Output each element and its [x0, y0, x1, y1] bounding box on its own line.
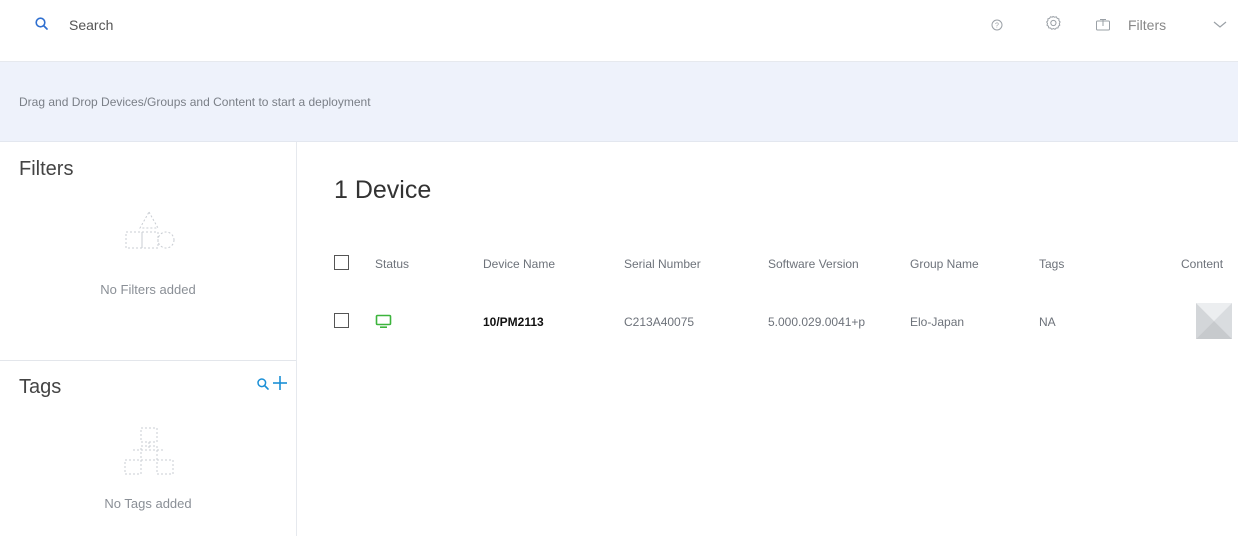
row-checkbox[interactable] [334, 313, 349, 328]
column-header-serial-number[interactable]: Serial Number [624, 257, 701, 271]
svg-text:?: ? [995, 23, 999, 30]
tags-add-icon[interactable] [272, 374, 288, 392]
filter-toggle-icon[interactable] [1094, 16, 1112, 34]
device-count-heading: 1 Device [334, 176, 432, 204]
chevron-down-icon[interactable] [1212, 18, 1228, 32]
filters-heading: Filters [19, 158, 74, 180]
hierarchy-placeholder-icon [124, 427, 174, 475]
group-name-cell: Elo-Japan [910, 315, 965, 329]
column-header-software-version[interactable]: Software Version [768, 257, 859, 271]
search-icon[interactable] [34, 16, 50, 32]
column-header-status[interactable]: Status [375, 257, 409, 271]
column-header-device-name[interactable]: Device Name [483, 257, 555, 271]
search-input[interactable]: Search [69, 17, 113, 33]
help-icon[interactable]: ? [988, 16, 1006, 34]
column-header-content[interactable]: Content [1181, 257, 1223, 271]
serial-number-cell: C213A40075 [624, 315, 695, 329]
filters-toggle-label[interactable]: Filters [1128, 17, 1166, 33]
gear-icon[interactable] [1043, 14, 1063, 34]
drop-zone-message: Drag and Drop Devices/Groups and Content… [19, 95, 371, 109]
sidebar-divider [0, 360, 296, 361]
column-header-tags[interactable]: Tags [1039, 257, 1064, 271]
tags-cell: NA [1039, 315, 1056, 329]
device-name-link[interactable]: 10/PM2113 [483, 315, 544, 329]
tags-heading: Tags [19, 376, 62, 398]
filters-empty-state: No Filters added [100, 282, 196, 297]
software-version-cell: 5.000.029.0041+p [768, 315, 866, 329]
column-header-group-name[interactable]: Group Name [910, 257, 979, 271]
tags-empty-state: No Tags added [104, 496, 192, 511]
shapes-placeholder-icon [125, 210, 175, 249]
top-bar: Search ? Filters [0, 0, 1238, 62]
deployment-drop-zone[interactable]: Drag and Drop Devices/Groups and Content… [0, 62, 1238, 142]
sidebar: Filters No Filters added Tags No Tags ad… [0, 142, 297, 536]
monitor-icon [375, 314, 392, 328]
select-all-checkbox[interactable] [334, 255, 349, 270]
content-thumbnail[interactable] [1196, 303, 1232, 339]
tags-search-icon[interactable] [256, 377, 270, 391]
